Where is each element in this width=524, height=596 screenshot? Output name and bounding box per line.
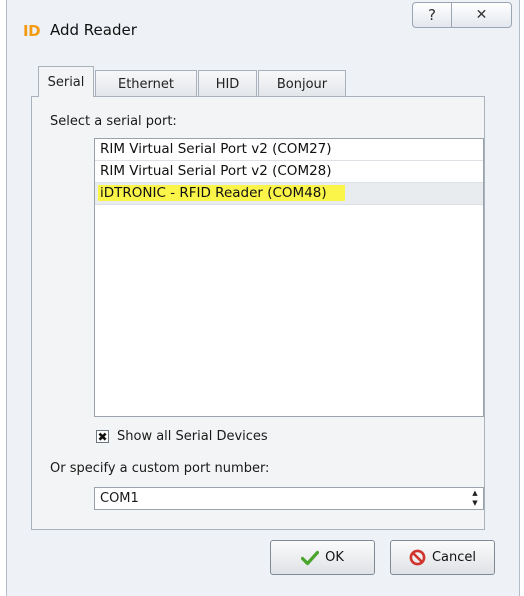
cancel-label: Cancel — [431, 550, 477, 565]
show-all-devices-option[interactable]: ✖ Show all Serial Devices — [96, 429, 268, 444]
select-port-label: Select a serial port: — [50, 114, 177, 129]
close-icon: ✕ — [475, 7, 488, 23]
serial-port-list[interactable]: RIM Virtual Serial Port v2 (COM27) RIM V… — [94, 138, 484, 417]
tab-ethernet[interactable]: Ethernet — [95, 70, 197, 97]
tab-hid[interactable]: HID — [198, 70, 257, 97]
list-item-selected[interactable]: iDTRONIC - RFID Reader (COM48) — [95, 183, 483, 205]
cancel-button[interactable]: Cancel — [390, 540, 495, 575]
check-x-icon: ✖ — [97, 429, 108, 444]
list-item-label: iDTRONIC - RFID Reader (COM48) — [98, 185, 345, 201]
ok-label: OK — [325, 550, 344, 565]
close-button[interactable]: ✕ — [451, 2, 512, 28]
help-icon: ? — [428, 6, 436, 24]
show-all-label: Show all Serial Devices — [117, 429, 268, 444]
custom-port-label: Or specify a custom port number: — [50, 461, 270, 476]
spin-buttons: ▲ ▼ — [468, 489, 482, 508]
list-item[interactable]: RIM Virtual Serial Port v2 (COM27) — [95, 139, 483, 161]
window-title: Add Reader — [50, 21, 137, 39]
list-item[interactable]: RIM Virtual Serial Port v2 (COM28) — [95, 161, 483, 183]
custom-port-value[interactable]: COM1 — [100, 491, 139, 506]
tab-serial[interactable]: Serial — [38, 66, 94, 97]
show-all-checkbox[interactable]: ✖ — [96, 430, 109, 443]
help-button[interactable]: ? — [412, 2, 452, 28]
spin-down-icon[interactable]: ▼ — [468, 499, 482, 509]
cancel-icon — [409, 549, 426, 566]
checkmark-icon — [301, 550, 320, 565]
spin-up-icon[interactable]: ▲ — [468, 489, 482, 499]
app-logo-icon: ID — [23, 22, 41, 40]
title-bar: ID Add Reader ? ✕ — [7, 0, 519, 50]
tab-bonjour[interactable]: Bonjour — [258, 70, 346, 97]
ok-button[interactable]: OK — [270, 540, 375, 575]
custom-port-spinbox[interactable]: COM1 ▲ ▼ — [94, 487, 484, 510]
